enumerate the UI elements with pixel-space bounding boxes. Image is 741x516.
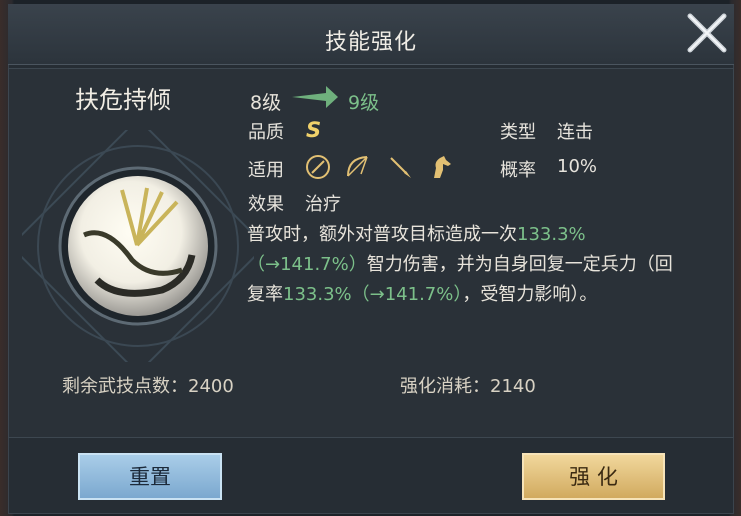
spear-icon bbox=[390, 157, 411, 178]
dialog-title: 技能强化 bbox=[324, 30, 417, 55]
arrow-right-icon bbox=[292, 86, 338, 108]
chance-value: 10% bbox=[557, 156, 598, 177]
desc-part-1: 普攻时，额外对普攻目标造成一次 bbox=[247, 224, 517, 245]
type-label: 类型 bbox=[500, 122, 536, 143]
desc-value-2: （→141.7%） bbox=[247, 254, 367, 275]
grade-label: 品质 bbox=[248, 122, 284, 143]
horse-icon bbox=[434, 156, 451, 178]
chance-label: 概率 bbox=[500, 160, 536, 181]
effect-label: 效果 bbox=[248, 194, 284, 215]
skill-description: 普攻时，额外对普攻目标造成一次133.3%（→141.7%）智力伤害，并为自身回… bbox=[247, 220, 687, 310]
grade-value: S bbox=[306, 118, 322, 142]
upgrade-cost: 强化消耗：2140 bbox=[400, 376, 536, 397]
skill-orb-icon bbox=[22, 130, 254, 362]
remaining-points: 剩余武技点数：2400 bbox=[62, 376, 234, 397]
close-icon[interactable] bbox=[684, 10, 730, 56]
type-value: 连击 bbox=[557, 122, 593, 143]
title-bar: 技能强化 bbox=[8, 4, 734, 65]
level-from: 8级 bbox=[250, 92, 282, 114]
desc-value-3: 133.3%（→141.7%） bbox=[283, 284, 463, 305]
apply-label: 适用 bbox=[248, 160, 284, 181]
desc-part-3: ，受智力影响）。 bbox=[462, 284, 598, 305]
level-to: 9级 bbox=[348, 92, 380, 114]
skill-name: 扶危持倾 bbox=[75, 86, 171, 114]
shield-icon bbox=[306, 155, 330, 179]
reset-button[interactable]: 重置 bbox=[78, 453, 222, 500]
desc-value-1: 133.3% bbox=[517, 224, 586, 245]
effect-value: 治疗 bbox=[305, 194, 341, 215]
upgrade-button[interactable]: 强 化 bbox=[522, 453, 665, 500]
bow-icon bbox=[347, 156, 368, 177]
